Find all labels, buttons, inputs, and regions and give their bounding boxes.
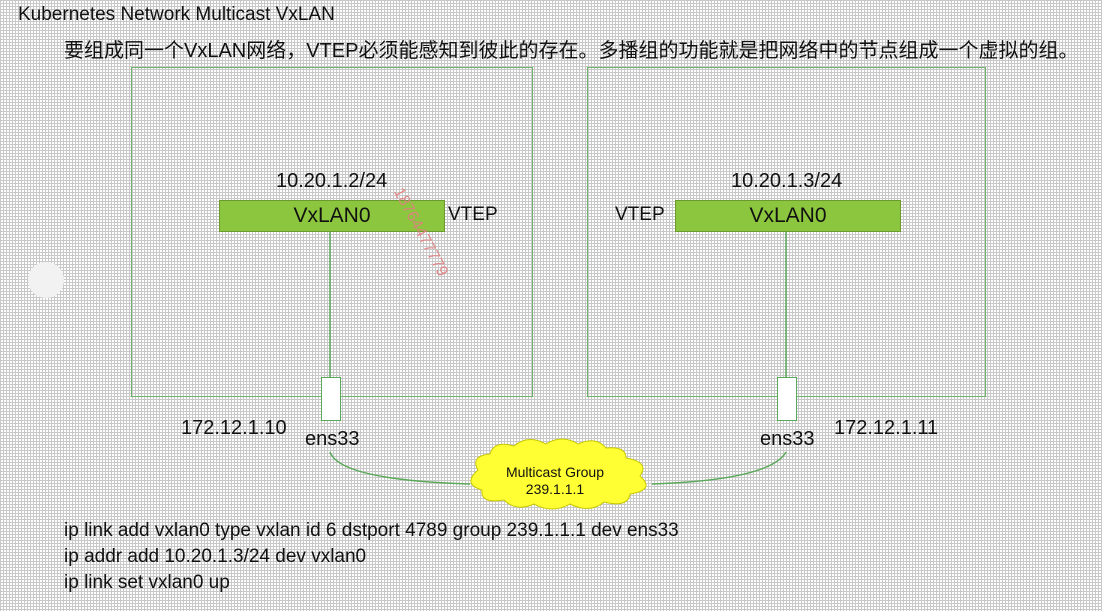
- left-nic-port: [321, 377, 341, 421]
- command-line: ip addr add 10.20.1.3/24 dev vxlan0: [64, 546, 367, 567]
- command-line: ip link set vxlan0 up: [64, 572, 230, 593]
- multicast-group-label: Multicast Group 239.1.1.1: [480, 464, 630, 498]
- left-host-ip: 172.12.1.10: [181, 417, 287, 439]
- right-nic-label: ens33: [760, 428, 815, 450]
- left-vtep-label: VTEP: [448, 204, 498, 225]
- left-multicast-link: [329, 451, 471, 485]
- left-nic-label: ens33: [305, 428, 360, 450]
- right-overlay-ip: 10.20.1.3/24: [731, 170, 843, 192]
- right-host-ip: 172.12.1.11: [834, 417, 939, 439]
- right-multicast-link: [651, 451, 787, 485]
- left-overlay-ip: 10.20.1.2/24: [276, 170, 388, 192]
- command-block: ip link add vxlan0 type vxlan id 6 dstpo…: [64, 518, 679, 596]
- multicast-group-title: Multicast Group: [505, 464, 605, 480]
- right-vtep-label: VTEP: [615, 204, 665, 225]
- right-nic-port: [777, 377, 797, 421]
- command-line: ip link add vxlan0 type vxlan id 6 dstpo…: [64, 520, 679, 541]
- multicast-group-address: 239.1.1.1: [525, 481, 585, 497]
- right-vxlan0-interface: VxLAN0: [675, 200, 901, 232]
